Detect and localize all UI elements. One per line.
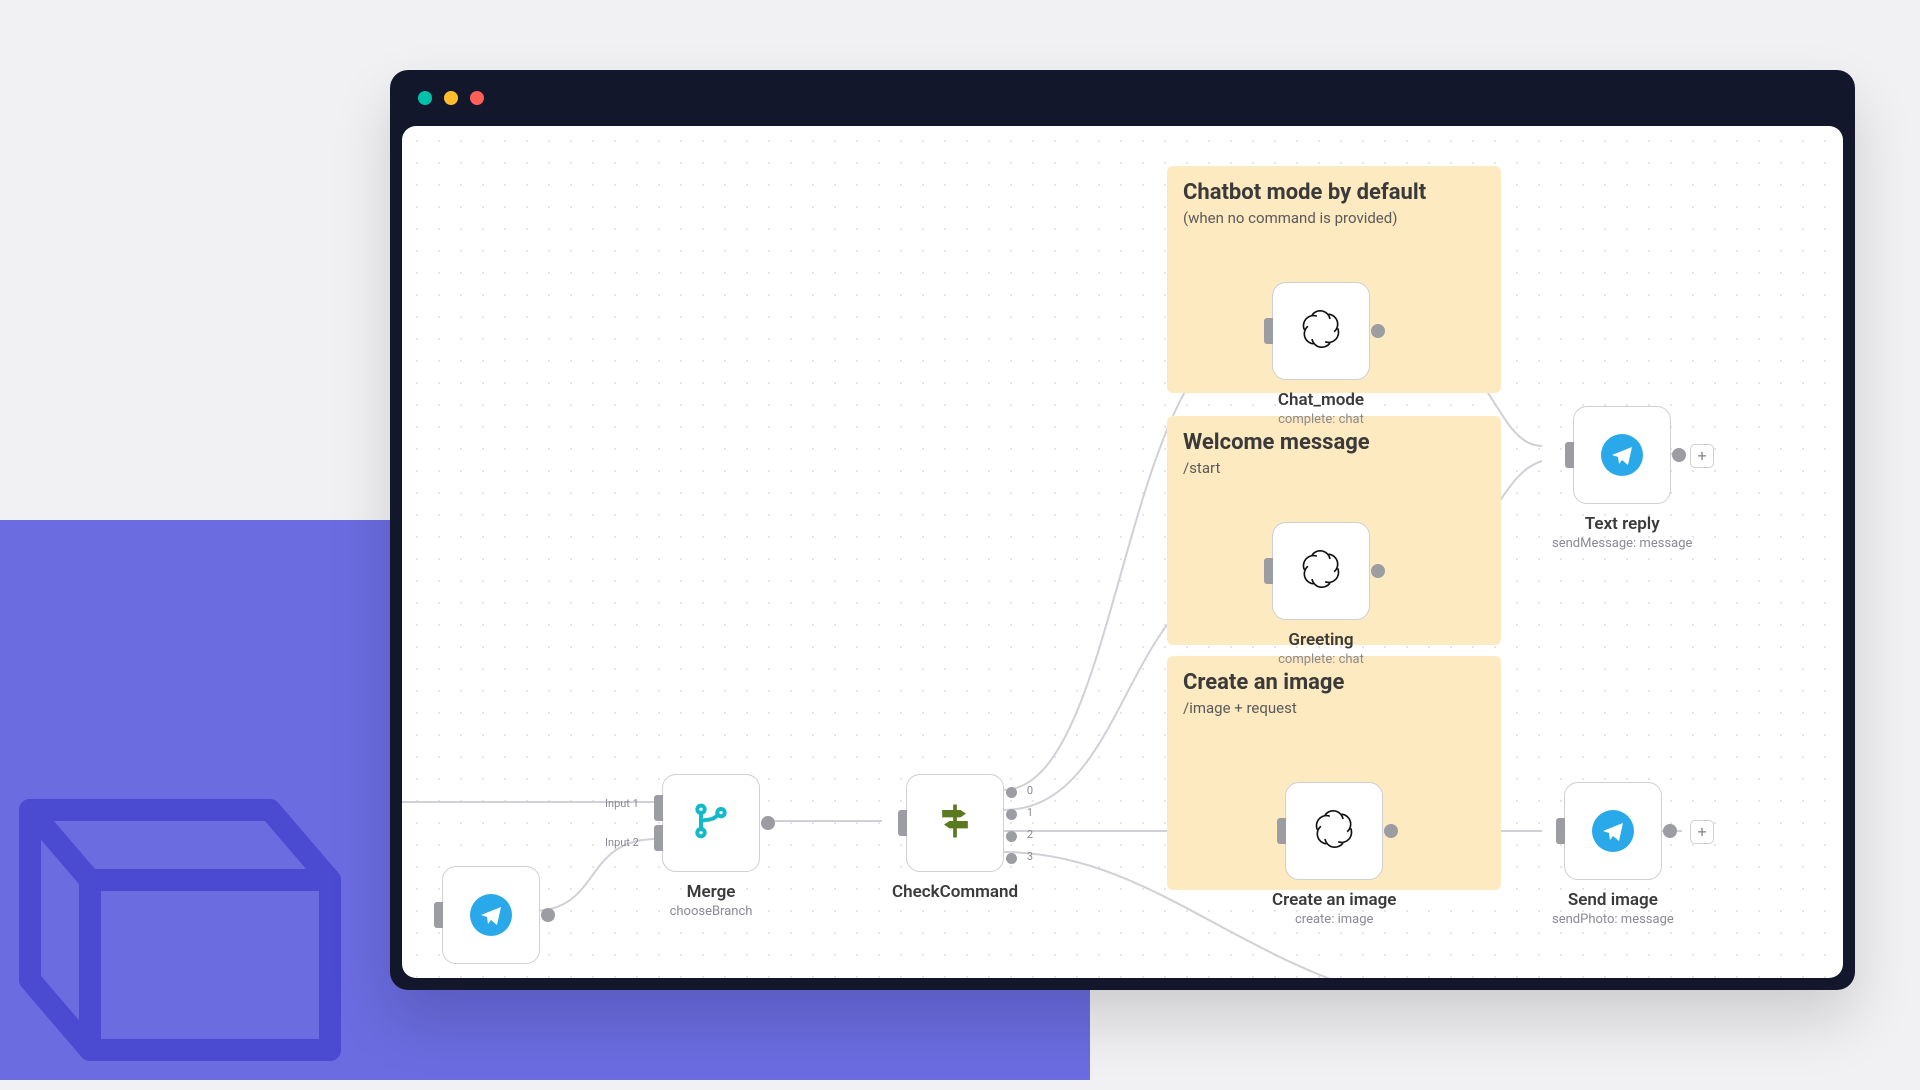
node-subtitle: sendMessage: message xyxy=(1552,536,1692,551)
node-merge[interactable]: Input 1 Input 2 Merge chooseBranch xyxy=(662,774,760,919)
input-port[interactable] xyxy=(1264,318,1273,344)
node-send-image[interactable]: Send image sendPhoto: message + xyxy=(1552,782,1674,927)
node-subtitle: sendPhoto: message xyxy=(1552,912,1674,927)
output-port[interactable] xyxy=(1384,824,1398,838)
group-title: Chatbot mode by default xyxy=(1183,180,1485,205)
node-title: Text reply xyxy=(1585,514,1660,534)
telegram-icon xyxy=(1592,810,1634,852)
node-subtitle: complete: chat xyxy=(1278,652,1364,667)
input-port[interactable] xyxy=(1556,818,1565,844)
input-port[interactable] xyxy=(1565,442,1574,468)
output-port-0[interactable] xyxy=(1006,787,1017,798)
telegram-icon xyxy=(470,894,512,936)
input-port[interactable] xyxy=(1277,818,1286,844)
output-port[interactable] xyxy=(1371,564,1385,578)
input-port[interactable] xyxy=(898,810,907,836)
node-create-image[interactable]: Create an image create: image xyxy=(1272,782,1396,927)
node-chat-mode[interactable]: Chat_mode complete: chat xyxy=(1272,282,1370,427)
decorative-cube-icon xyxy=(0,770,370,1090)
node-title: Chat_mode xyxy=(1278,390,1364,410)
output-port[interactable] xyxy=(1371,324,1385,338)
node-title: CheckCommand xyxy=(892,882,1018,902)
node-title: Create an image xyxy=(1272,890,1396,910)
node-title: Merge xyxy=(687,882,736,902)
node-title: Send image xyxy=(1568,890,1658,910)
input-port-2[interactable] xyxy=(654,825,663,851)
workflow-canvas[interactable]: Chatbot mode by default (when no command… xyxy=(402,126,1843,978)
group-title: Create an image xyxy=(1183,670,1485,695)
add-output-button[interactable]: + xyxy=(1690,820,1714,844)
node-text-reply[interactable]: Text reply sendMessage: message + xyxy=(1552,406,1692,551)
node-subtitle: chooseBranch xyxy=(670,904,753,919)
telegram-icon xyxy=(1601,434,1643,476)
output-port-1[interactable] xyxy=(1006,809,1017,820)
port-label: Input 2 xyxy=(605,836,639,849)
browser-window: Chatbot mode by default (when no command… xyxy=(390,70,1855,990)
output-port-3[interactable] xyxy=(1006,853,1017,864)
git-branch-icon xyxy=(691,801,731,845)
node-subtitle: create: image xyxy=(1295,912,1373,927)
node-title: Greeting xyxy=(1288,630,1353,650)
openai-icon xyxy=(1314,809,1354,853)
input-port-1[interactable] xyxy=(654,795,663,821)
node-telegram-trigger[interactable] xyxy=(442,866,540,964)
traffic-light-minimize-icon[interactable] xyxy=(444,91,458,105)
port-label: Input 1 xyxy=(605,797,639,810)
group-subtitle: (when no command is provided) xyxy=(1183,209,1485,227)
traffic-light-zoom-icon[interactable] xyxy=(470,91,484,105)
node-subtitle: complete: chat xyxy=(1278,412,1364,427)
port-label: 2 xyxy=(1027,828,1033,841)
openai-icon xyxy=(1301,309,1341,353)
port-label: 1 xyxy=(1027,806,1033,819)
output-port[interactable] xyxy=(541,908,555,922)
group-title: Welcome message xyxy=(1183,430,1485,455)
output-port-2[interactable] xyxy=(1006,831,1017,842)
output-port[interactable] xyxy=(1672,448,1686,462)
output-port[interactable] xyxy=(1663,824,1677,838)
add-output-button[interactable]: + xyxy=(1690,444,1714,468)
output-port[interactable] xyxy=(761,816,775,830)
port-label: 0 xyxy=(1027,784,1033,797)
signpost-icon xyxy=(933,799,977,847)
node-check-command[interactable]: 0 1 2 3 CheckCommand xyxy=(892,774,1018,902)
port-label: 3 xyxy=(1027,850,1033,863)
window-titlebar xyxy=(390,70,1855,126)
openai-icon xyxy=(1301,549,1341,593)
traffic-light-close-icon[interactable] xyxy=(418,91,432,105)
group-subtitle: /start xyxy=(1183,459,1485,477)
node-greeting[interactable]: Greeting complete: chat xyxy=(1272,522,1370,667)
group-subtitle: /image + request xyxy=(1183,699,1485,717)
input-port[interactable] xyxy=(1264,558,1273,584)
input-port[interactable] xyxy=(434,902,443,928)
